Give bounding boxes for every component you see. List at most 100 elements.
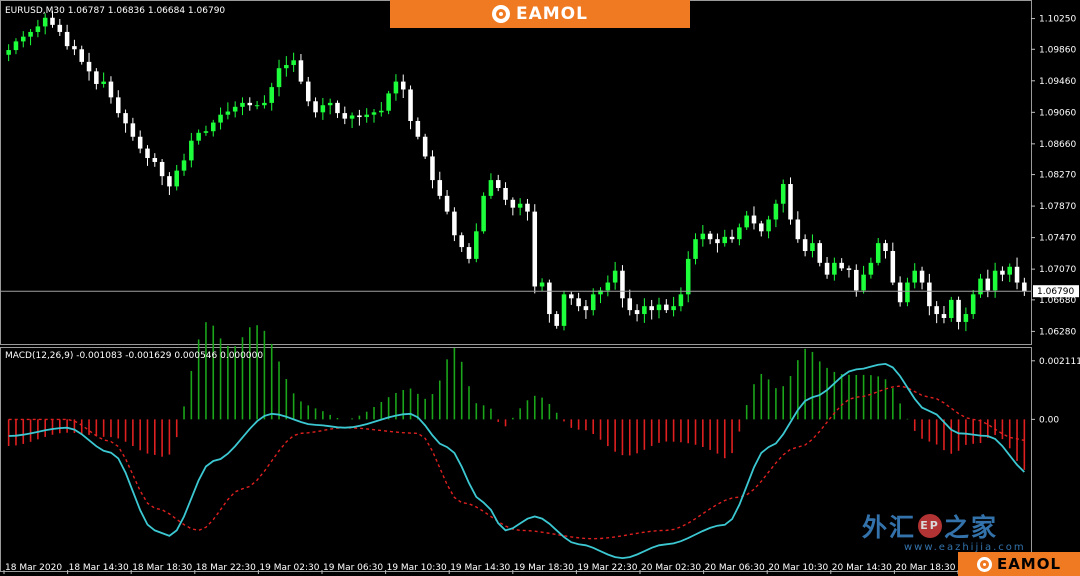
candle-bear: [620, 270, 625, 299]
candle-bear: [854, 269, 859, 291]
candle-bear: [554, 314, 559, 326]
candle-bull: [254, 105, 260, 107]
macd-info: MACD(12,26,9) -0.001083 -0.001629 0.0005…: [5, 351, 263, 361]
brand-logo-top: EAMOL: [390, 0, 690, 28]
candle-bear: [123, 113, 128, 124]
chart-frame: [0, 0, 1032, 572]
candle-bull: [612, 270, 618, 283]
time-tick-label: 20 Mar 06:30: [705, 563, 765, 573]
time-tick-label: 19 Mar 14:30: [450, 563, 510, 573]
candle-bull: [561, 294, 567, 326]
macd-tick-label: 0.002111: [1039, 357, 1080, 367]
candle-bear: [510, 199, 516, 208]
price-tick-label: 1.07070: [1039, 265, 1076, 275]
candle-bear: [57, 24, 63, 32]
candle-bull: [393, 81, 399, 94]
price-candles: [0, 10, 1031, 332]
candle-bear: [495, 180, 501, 188]
candle-bull: [656, 304, 662, 311]
candle-bear: [357, 115, 362, 118]
candle-bull: [517, 203, 523, 208]
candle-bull: [386, 93, 391, 111]
watermark-left: 外汇: [862, 513, 917, 542]
candle-bull: [276, 68, 282, 88]
candle-bear: [525, 203, 530, 212]
candle-bear: [503, 187, 508, 200]
candle-bull: [28, 31, 33, 37]
candle-bear: [459, 235, 464, 248]
candle-bear: [890, 251, 896, 283]
candle-bull: [196, 132, 201, 141]
candle-bull: [262, 102, 267, 106]
candle-bull: [642, 306, 647, 315]
watermark-right: 之家: [944, 513, 999, 542]
candle-bear: [152, 158, 158, 162]
candle-bear: [415, 120, 421, 137]
candle-bull: [861, 274, 866, 291]
candle-bear: [634, 310, 640, 315]
brand-icon: [976, 556, 992, 572]
time-tick-label: 18 Mar 22:30: [196, 563, 256, 573]
candle-bear: [985, 278, 991, 291]
candle-bull: [203, 131, 209, 133]
candle-bear: [927, 282, 932, 307]
candle-bull: [327, 102, 333, 106]
candle-bull: [232, 106, 238, 112]
candle-bear: [532, 211, 538, 287]
candle-bear: [846, 268, 852, 270]
candle-bull: [810, 243, 815, 252]
candle-bear: [649, 306, 654, 311]
candle-bear: [583, 306, 589, 311]
candle-bull: [6, 50, 11, 55]
time-tick-label: 20 Mar 02:30: [641, 563, 701, 573]
candle-bear: [751, 215, 757, 224]
trading-chart[interactable]: 1.10250 1.09860 1.09460 1.09060 1.08660 1.082…: [0, 0, 1080, 576]
candle-bear: [335, 102, 340, 114]
current-price-label: 1.06790: [1037, 287, 1074, 297]
candle-bull: [1007, 266, 1012, 275]
candle-bear: [759, 223, 764, 232]
candle-bear: [547, 282, 552, 315]
price-tick-label: 1.06680: [1039, 296, 1076, 306]
candle-bull: [13, 41, 19, 51]
candle-bull: [605, 282, 611, 291]
candle-bull: [349, 115, 355, 119]
candle-bear: [941, 314, 947, 318]
brand-text: EAMOL: [516, 4, 588, 24]
candle-bear: [824, 262, 830, 275]
candle-bull: [773, 203, 779, 220]
candle-bull: [722, 236, 728, 244]
candle-bear: [400, 81, 406, 90]
candle-bear: [707, 233, 713, 240]
macd-tick-label: 0.00: [1039, 415, 1059, 425]
main-pane-frame: [0, 0, 1032, 345]
candle-bull: [291, 60, 296, 66]
brand-icon: [492, 5, 510, 23]
candle-bull: [218, 114, 223, 123]
candle-bear: [576, 298, 581, 307]
candle-bear: [1014, 266, 1020, 283]
candle-bear: [788, 184, 793, 220]
candle-bear: [817, 243, 823, 263]
candle-bull: [700, 233, 706, 240]
candle-bull: [21, 36, 26, 42]
candle-bull: [685, 258, 691, 295]
candle-bull: [590, 294, 596, 311]
candle-bull: [978, 278, 983, 295]
candle-bull: [678, 294, 684, 307]
candle-bear: [1000, 270, 1005, 275]
candle-bear: [839, 262, 844, 269]
candle-bull: [101, 81, 106, 84]
price-tick-label: 1.09460: [1039, 77, 1076, 87]
candle-bear: [919, 270, 925, 283]
candle-bear: [50, 17, 55, 25]
candle-bear: [305, 81, 311, 102]
symbol-info: EURUSD,M30 1.06787 1.06836 1.06684 1.067…: [5, 6, 225, 16]
candle-bull: [225, 111, 231, 115]
candle-bull: [780, 184, 786, 204]
candle-bull: [970, 294, 976, 315]
candle-bear: [313, 101, 318, 113]
candle-bull: [284, 65, 289, 69]
candle-bull: [320, 105, 326, 113]
price-tick-label: 1.07470: [1039, 234, 1076, 244]
